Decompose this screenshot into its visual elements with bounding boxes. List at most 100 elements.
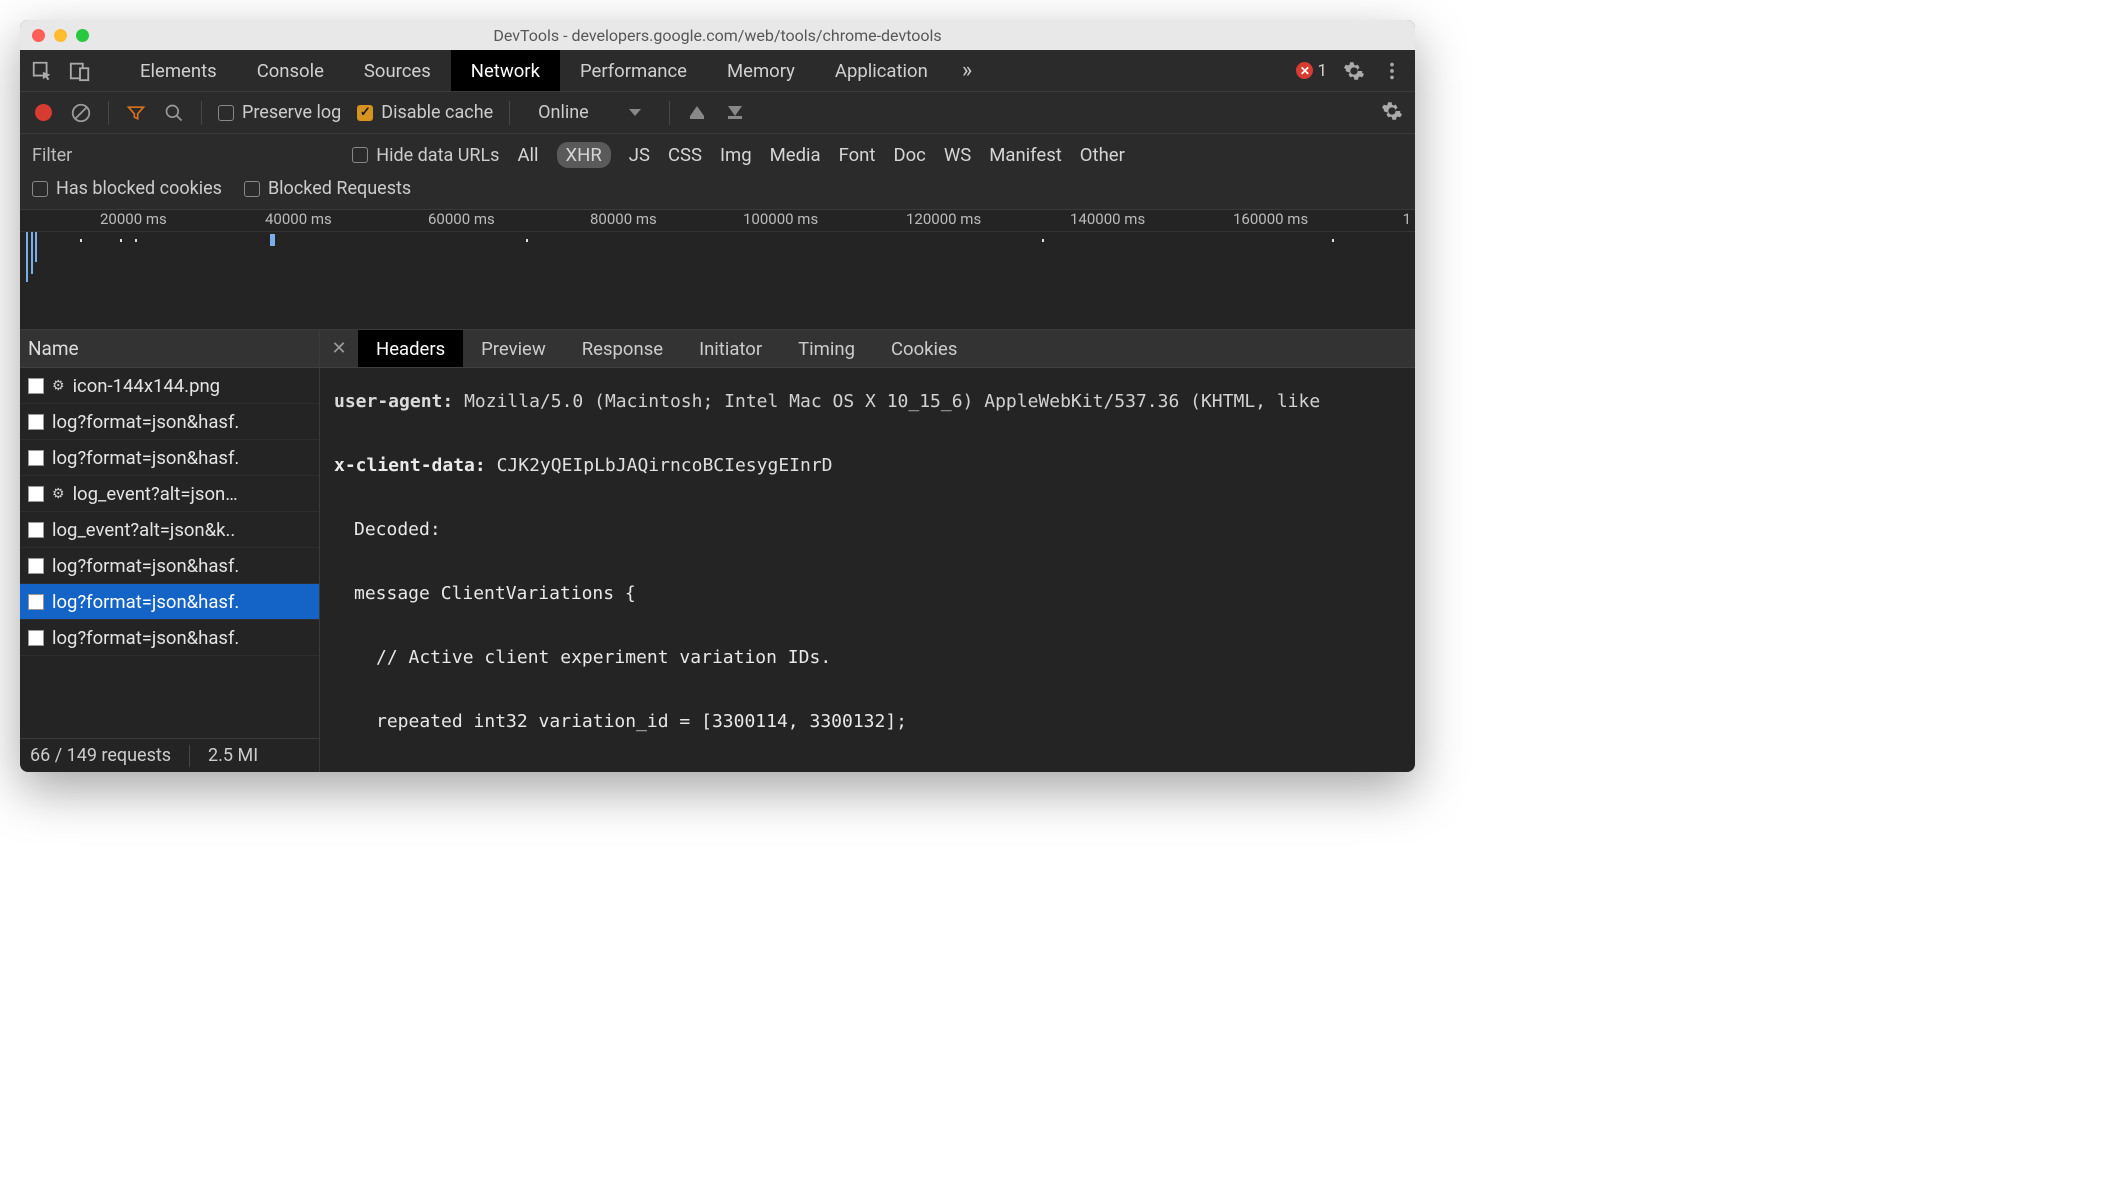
request-detail-pane: ✕ Headers Preview Response Initiator Tim…: [320, 330, 1415, 772]
filter-type-all[interactable]: All: [517, 144, 538, 166]
request-row[interactable]: log?format=json&hasf.: [20, 584, 319, 620]
header-user-agent-value: Mozilla/5.0 (Macintosh; Intel Mac OS X 1…: [464, 391, 1320, 412]
filter-type-css[interactable]: CSS: [668, 144, 702, 166]
disable-cache-checkbox[interactable]: ✓ Disable cache: [357, 102, 493, 123]
request-row[interactable]: log?format=json&hasf.: [20, 620, 319, 656]
close-detail-button[interactable]: ✕: [320, 338, 358, 359]
settings-gear-icon[interactable]: [1343, 60, 1365, 82]
request-row[interactable]: log?format=json&hasf.: [20, 440, 319, 476]
requests-list[interactable]: ⚙icon-144x144.png log?format=json&hasf. …: [20, 368, 319, 738]
throttling-select[interactable]: Online: [526, 102, 653, 123]
tab-console[interactable]: Console: [237, 50, 344, 91]
detail-tab-preview[interactable]: Preview: [463, 330, 564, 367]
footer-transfer-size: 2.5 MI: [208, 745, 258, 766]
filter-type-js[interactable]: JS: [629, 144, 650, 166]
timeline-request-mark: [120, 239, 122, 242]
footer-request-count: 66 / 149 requests: [30, 745, 171, 766]
detail-tab-cookies[interactable]: Cookies: [873, 330, 975, 367]
request-row[interactable]: log?format=json&hasf.: [20, 548, 319, 584]
timeline-tick: 40000 ms: [265, 210, 332, 228]
timeline-tick: 160000 ms: [1233, 210, 1308, 228]
timeline-request-mark: [270, 234, 275, 246]
filter-type-font[interactable]: Font: [839, 144, 876, 166]
timeline-request-mark: [26, 232, 28, 282]
separator: [201, 101, 202, 125]
traffic-lights: [32, 29, 89, 42]
inspect-element-icon[interactable]: [30, 59, 54, 83]
titlebar: DevTools - developers.google.com/web/too…: [20, 20, 1415, 50]
search-icon[interactable]: [163, 102, 185, 124]
tab-network[interactable]: Network: [451, 50, 560, 91]
detail-tab-initiator[interactable]: Initiator: [681, 330, 780, 367]
record-button[interactable]: [32, 102, 54, 124]
timeline-request-mark: [1042, 239, 1044, 242]
filter-input[interactable]: Filter: [32, 145, 72, 166]
requests-footer: 66 / 149 requests 2.5 MI: [20, 738, 319, 772]
devtools-window: DevTools - developers.google.com/web/too…: [20, 20, 1415, 772]
tab-sources[interactable]: Sources: [344, 50, 451, 91]
import-har-icon[interactable]: [686, 102, 708, 124]
headers-body[interactable]: user-agent: Mozilla/5.0 (Macintosh; Inte…: [320, 368, 1415, 772]
disable-cache-label: Disable cache: [381, 102, 493, 123]
error-count: 1: [1317, 61, 1327, 81]
timeline-ruler: 20000 ms 40000 ms 60000 ms 80000 ms 1000…: [20, 210, 1415, 232]
kebab-menu-icon[interactable]: [1381, 60, 1403, 82]
tab-performance[interactable]: Performance: [560, 50, 707, 91]
request-row[interactable]: ⚙icon-144x144.png: [20, 368, 319, 404]
request-row[interactable]: log_event?alt=json&k..: [20, 512, 319, 548]
clear-button[interactable]: [70, 102, 92, 124]
header-x-client-data-value: CJK2yQEIpLbJAQirncoBCIesygEInrD: [497, 455, 833, 476]
timeline-request-mark: [31, 232, 33, 274]
timeline-tick: 120000 ms: [906, 210, 981, 228]
filter-toggle-icon[interactable]: [125, 102, 147, 124]
request-row[interactable]: log?format=json&hasf.: [20, 404, 319, 440]
separator: [189, 745, 190, 767]
hide-data-urls-checkbox[interactable]: Hide data URLs: [352, 145, 499, 166]
requests-header-name[interactable]: Name: [20, 330, 319, 368]
device-toolbar-icon[interactable]: [68, 59, 92, 83]
detail-tab-timing[interactable]: Timing: [780, 330, 873, 367]
has-blocked-cookies-checkbox[interactable]: Has blocked cookies: [32, 178, 222, 199]
detail-tab-response[interactable]: Response: [564, 330, 681, 367]
request-row[interactable]: ⚙log_event?alt=json…: [20, 476, 319, 512]
maximize-window-button[interactable]: [76, 29, 89, 42]
minimize-window-button[interactable]: [54, 29, 67, 42]
filter-type-img[interactable]: Img: [720, 144, 752, 166]
filter-type-xhr[interactable]: XHR: [557, 142, 611, 168]
filter-bar: Filter Hide data URLs All XHR JS CSS Img…: [20, 134, 1415, 210]
blocked-requests-checkbox[interactable]: Blocked Requests: [244, 178, 411, 199]
filter-type-ws[interactable]: WS: [944, 144, 971, 166]
timeline-request-mark: [80, 239, 82, 242]
filter-type-media[interactable]: Media: [770, 144, 821, 166]
tab-memory[interactable]: Memory: [707, 50, 815, 91]
filter-type-other[interactable]: Other: [1080, 144, 1125, 166]
throttling-value: Online: [538, 102, 589, 123]
timeline-tick: 20000 ms: [100, 210, 167, 228]
window-title: DevTools - developers.google.com/web/too…: [20, 26, 1415, 45]
header-x-client-data-key: x-client-data:: [334, 455, 486, 476]
tab-application[interactable]: Application: [815, 50, 948, 91]
error-count-badge[interactable]: ✕ 1: [1296, 61, 1327, 81]
timeline-overview[interactable]: 20000 ms 40000 ms 60000 ms 80000 ms 1000…: [20, 210, 1415, 330]
export-har-icon[interactable]: [724, 102, 746, 124]
chevron-down-icon: [629, 109, 641, 116]
timeline-tick: 60000 ms: [428, 210, 495, 228]
main-tabs: Elements Console Sources Network Perform…: [20, 50, 1415, 92]
timeline-tick: 100000 ms: [743, 210, 818, 228]
filter-types: Hide data URLs All XHR JS CSS Img Media …: [352, 142, 1125, 168]
preserve-log-label: Preserve log: [242, 102, 341, 123]
filter-type-doc[interactable]: Doc: [893, 144, 925, 166]
decoded-line: repeated int32 variation_id = [3300114, …: [334, 706, 1415, 738]
gear-icon: ⚙: [52, 378, 65, 394]
filter-type-manifest[interactable]: Manifest: [989, 144, 1062, 166]
timeline-body: [20, 232, 1415, 330]
header-user-agent-key: user-agent:: [334, 391, 453, 412]
hide-data-urls-label: Hide data URLs: [376, 145, 499, 166]
detail-tab-headers[interactable]: Headers: [358, 330, 463, 367]
blocked-requests-label: Blocked Requests: [268, 178, 411, 199]
close-window-button[interactable]: [32, 29, 45, 42]
network-settings-icon[interactable]: [1381, 100, 1403, 122]
tab-elements[interactable]: Elements: [120, 50, 237, 91]
tabs-overflow-button[interactable]: »: [948, 50, 986, 91]
preserve-log-checkbox[interactable]: Preserve log: [218, 102, 341, 123]
